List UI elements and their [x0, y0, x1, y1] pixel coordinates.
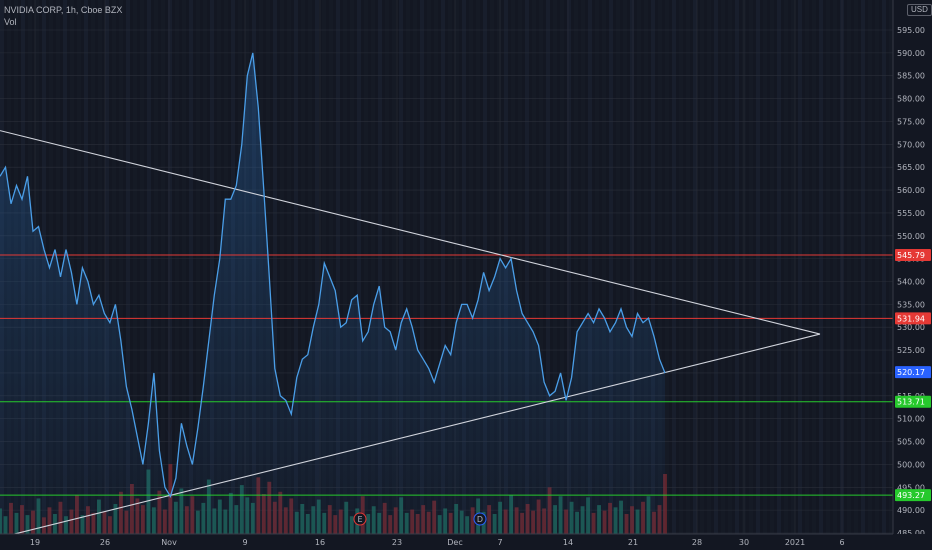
background-band [679, 0, 683, 534]
background-band [707, 0, 711, 534]
event-marker-label: E [357, 515, 362, 524]
time-tick-label: 16 [315, 538, 325, 547]
background-band [889, 0, 893, 534]
time-tick-label: 2021 [785, 538, 805, 547]
event-marker-label: D [477, 515, 483, 524]
price-tick-label: 585.00 [897, 72, 925, 81]
background-band [798, 0, 802, 534]
price-tick-label: 595.00 [897, 26, 925, 35]
time-tick-label: 23 [392, 538, 402, 547]
price-tag-label: 520.17 [897, 368, 925, 377]
volume-indicator-label[interactable]: Vol [4, 16, 122, 28]
background-band [784, 0, 788, 534]
background-band [161, 0, 165, 534]
background-band [721, 0, 725, 534]
time-tick-label: Dec [447, 538, 462, 547]
currency-badge[interactable]: USD [907, 4, 932, 16]
background-band [714, 0, 718, 534]
background-band [861, 0, 865, 534]
background-band [686, 0, 690, 534]
background-band [693, 0, 697, 534]
price-tick-label: 510.00 [897, 415, 925, 424]
price-tick-label: 525.00 [897, 346, 925, 355]
price-tag-label: 531.94 [897, 314, 925, 323]
background-band [728, 0, 732, 534]
time-tick-label: 30 [739, 538, 749, 547]
background-band [812, 0, 816, 534]
price-tag-label: 493.27 [897, 491, 925, 500]
price-tick-label: 590.00 [897, 49, 925, 58]
background-band [847, 0, 851, 534]
time-tick-label: 19 [30, 538, 40, 547]
price-tick-label: 575.00 [897, 117, 925, 126]
background-band [672, 0, 676, 534]
time-tick-label: 28 [692, 538, 702, 547]
price-tick-label: 540.00 [897, 278, 925, 287]
time-tick-label: 7 [497, 538, 502, 547]
price-tag-label: 513.71 [897, 398, 925, 407]
background-band [777, 0, 781, 534]
price-tick-label: 580.00 [897, 95, 925, 104]
background-band [791, 0, 795, 534]
background-band [882, 0, 886, 534]
price-chart[interactable]: ED485.00490.00495.00500.00505.00510.0051… [0, 0, 932, 550]
background-band [735, 0, 739, 534]
background-band [756, 0, 760, 534]
price-tick-label: 550.00 [897, 232, 925, 241]
background-band [833, 0, 837, 534]
time-tick-label: 9 [242, 538, 247, 547]
price-tick-label: 490.00 [897, 506, 925, 515]
price-tick-label: 505.00 [897, 438, 925, 447]
time-tick-label: Nov [161, 538, 177, 547]
time-tick-label: 14 [563, 538, 573, 547]
background-band [749, 0, 753, 534]
price-tick-label: 500.00 [897, 460, 925, 469]
background-band [868, 0, 872, 534]
background-band [805, 0, 809, 534]
background-band [826, 0, 830, 534]
symbol-title[interactable]: NVIDIA CORP, 1h, Cboe BZX [4, 4, 122, 16]
price-tick-label: 570.00 [897, 140, 925, 149]
time-tick-label: 26 [100, 538, 110, 547]
background-band [875, 0, 879, 534]
background-band [854, 0, 858, 534]
background-band [819, 0, 823, 534]
background-band [700, 0, 704, 534]
time-tick-label: 21 [628, 538, 638, 547]
background-band [770, 0, 774, 534]
price-tag-label: 545.79 [897, 251, 925, 260]
background-band [665, 0, 669, 534]
background-band [168, 0, 172, 534]
time-tick-label: 6 [839, 538, 844, 547]
price-tick-label: 555.00 [897, 209, 925, 218]
price-tick-label: 565.00 [897, 163, 925, 172]
background-band [763, 0, 767, 534]
chart-header: NVIDIA CORP, 1h, Cboe BZX Vol [4, 4, 122, 28]
price-tick-label: 530.00 [897, 323, 925, 332]
price-tick-label: 560.00 [897, 186, 925, 195]
price-tick-label: 535.00 [897, 300, 925, 309]
